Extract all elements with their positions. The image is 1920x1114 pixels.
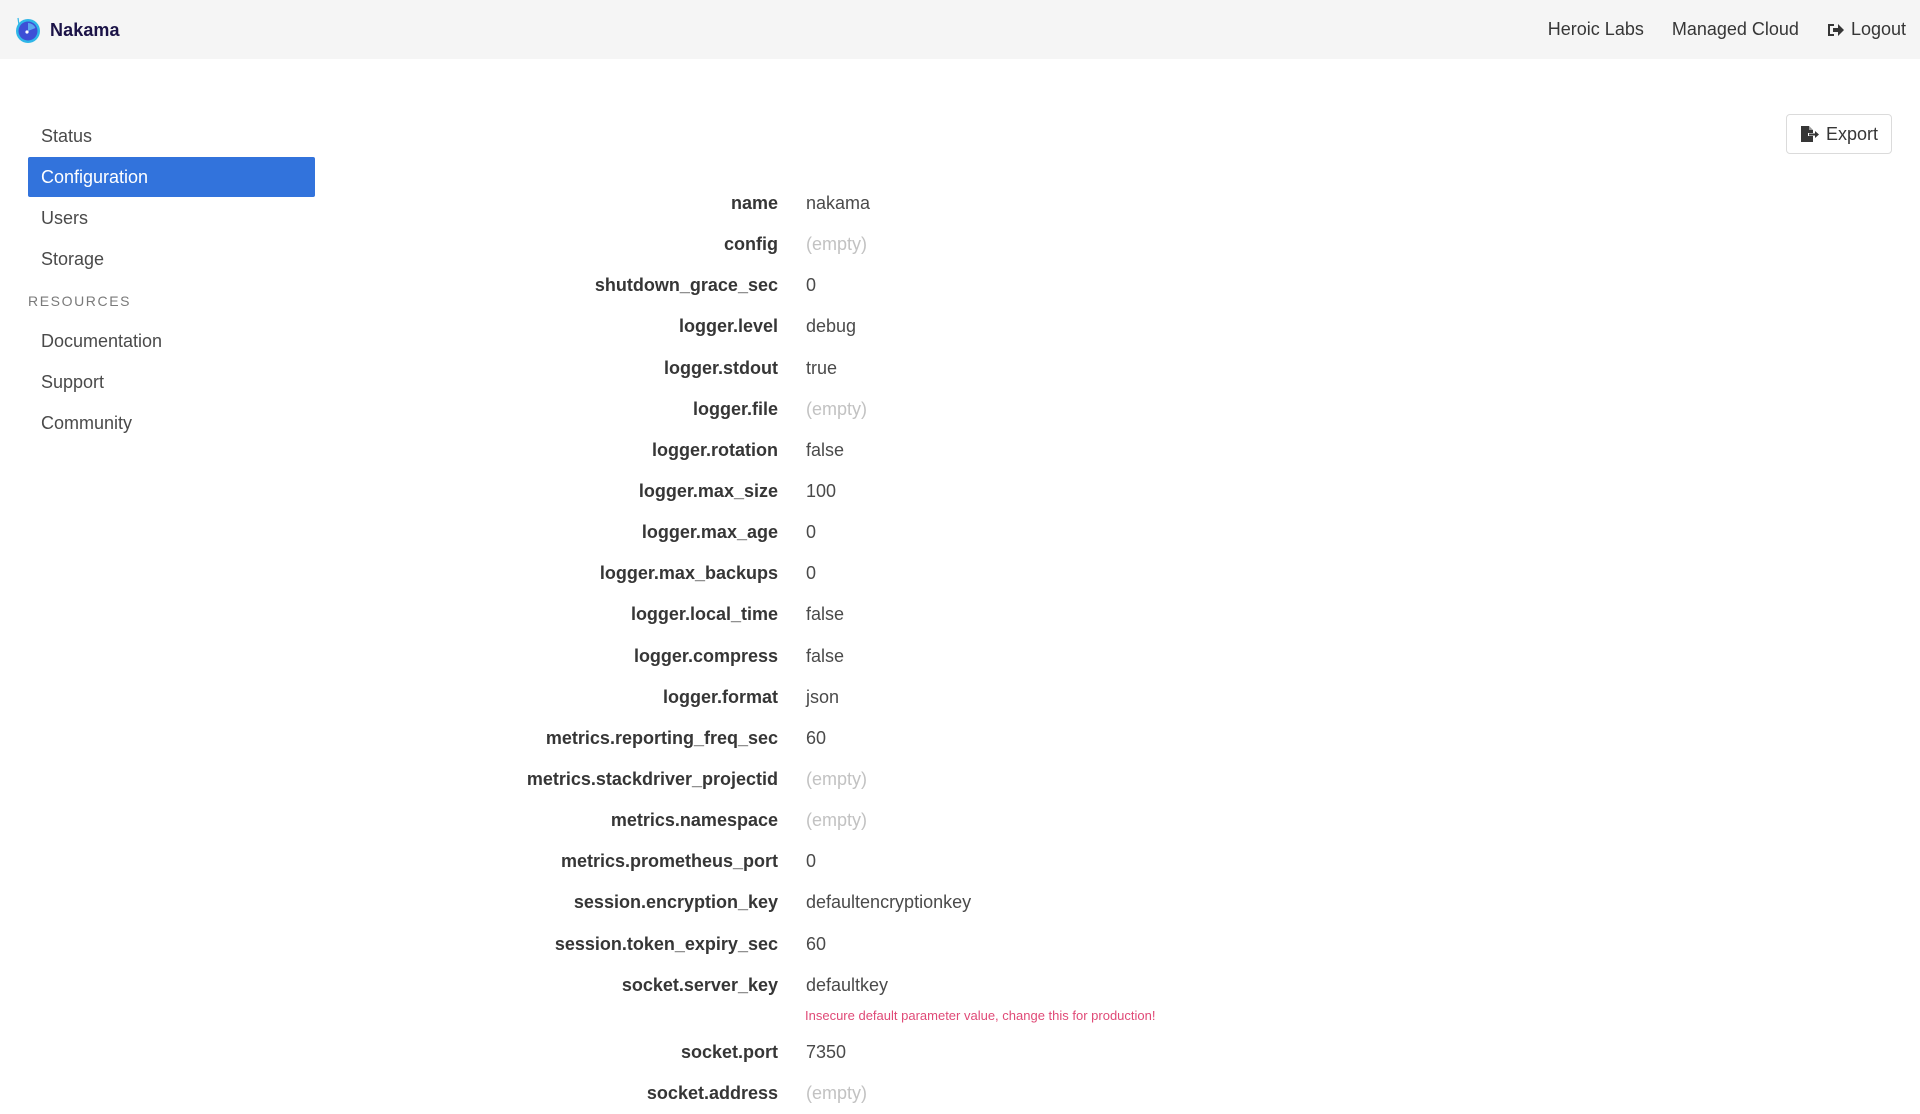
config-row: session.encryption_key defaultencryptionk… bbox=[0, 882, 1920, 923]
config-row: socket.port 7350 bbox=[0, 1032, 1920, 1073]
config-value: nakama bbox=[806, 193, 871, 213]
config-key: logger.file bbox=[692, 398, 778, 419]
sidebar-item-status[interactable]: Status bbox=[28, 116, 315, 156]
config-value: (empty) bbox=[806, 768, 868, 789]
configuration-list: name nakama config (empty) shutdown_grace_… bbox=[0, 183, 1920, 1114]
config-row: logger.rotation false bbox=[0, 430, 1920, 471]
config-row: socket.server_key defaultkey bbox=[0, 965, 1920, 1006]
config-key: metrics.namespace bbox=[610, 810, 778, 831]
config-row: logger.local_time false bbox=[0, 594, 1920, 635]
config-row: socket.address (empty) bbox=[0, 1073, 1920, 1114]
config-value: false bbox=[806, 645, 845, 666]
insecure-default-warning: Insecure default parameter value, change… bbox=[805, 1007, 1156, 1023]
config-value: 60 bbox=[806, 727, 827, 748]
config-key: logger.max_size bbox=[638, 480, 778, 501]
config-row: logger.stdout true bbox=[0, 348, 1920, 389]
config-row: logger.compress false bbox=[0, 636, 1920, 677]
config-value: json bbox=[806, 686, 840, 707]
config-row: config (empty) bbox=[0, 224, 1920, 265]
config-key: logger.local_time bbox=[630, 604, 778, 625]
config-value: (empty) bbox=[806, 810, 868, 831]
sign-out-icon bbox=[1827, 23, 1844, 36]
brand-home-link[interactable]: Nakama bbox=[14, 15, 120, 45]
config-value: debug bbox=[806, 316, 857, 337]
config-row: logger.max_backups 0 bbox=[0, 553, 1920, 594]
config-value: 7350 bbox=[806, 1041, 847, 1062]
config-row: metrics.prometheus_port 0 bbox=[0, 841, 1920, 882]
config-value: 0 bbox=[806, 275, 817, 296]
config-value: 0 bbox=[806, 851, 817, 872]
brand-name: Nakama bbox=[50, 19, 120, 40]
export-button-label: Export bbox=[1825, 123, 1879, 144]
top-nav-links: Heroic Labs Managed Cloud Logout bbox=[1548, 0, 1906, 59]
config-value: false bbox=[806, 439, 845, 460]
config-row: shutdown_grace_sec 0 bbox=[0, 265, 1920, 306]
config-row: logger.max_size 100 bbox=[0, 471, 1920, 512]
nakama-logo-icon bbox=[16, 17, 40, 43]
config-key: session.encryption_key bbox=[573, 892, 778, 913]
config-value: 100 bbox=[806, 480, 837, 501]
top-navbar: Nakama Heroic Labs Managed Cloud Logout bbox=[0, 0, 1920, 59]
config-value: 0 bbox=[806, 522, 817, 543]
export-button[interactable]: Export bbox=[1786, 114, 1892, 154]
config-key: config bbox=[724, 234, 778, 255]
config-key: name bbox=[730, 193, 778, 213]
config-value: defaultkey bbox=[806, 974, 889, 995]
config-row: session.token_expiry_sec 60 bbox=[0, 924, 1920, 965]
config-key: logger.level bbox=[678, 316, 778, 337]
config-key: socket.port bbox=[680, 1041, 778, 1062]
heroic-labs-link[interactable]: Heroic Labs bbox=[1548, 19, 1644, 40]
config-key: logger.stdout bbox=[664, 357, 778, 378]
heroic-labs-link-label: Heroic Labs bbox=[1547, 19, 1644, 39]
config-value: (empty) bbox=[806, 234, 868, 255]
config-key: metrics.prometheus_port bbox=[560, 851, 778, 872]
file-export-icon bbox=[1800, 126, 1819, 142]
logout-link-label: Logout bbox=[1850, 19, 1906, 39]
config-key: logger.rotation bbox=[652, 439, 778, 460]
config-value: defaultencryptionkey bbox=[806, 892, 972, 913]
config-value: (empty) bbox=[806, 398, 868, 419]
config-key: logger.max_age bbox=[641, 522, 778, 543]
config-value: (empty) bbox=[806, 1082, 868, 1103]
config-key: logger.format bbox=[662, 686, 778, 707]
config-row: logger.file (empty) bbox=[0, 389, 1920, 430]
config-value: 0 bbox=[806, 563, 817, 584]
config-row: metrics.reporting_freq_sec 60 bbox=[0, 718, 1920, 759]
config-value: false bbox=[806, 604, 845, 625]
config-value: 60 bbox=[806, 933, 827, 954]
config-key: socket.server_key bbox=[621, 974, 778, 995]
config-row: metrics.stackdriver_projectid (empty) bbox=[0, 759, 1920, 800]
managed-cloud-link[interactable]: Managed Cloud bbox=[1672, 19, 1799, 40]
config-key: session.token_expiry_sec bbox=[554, 933, 778, 954]
managed-cloud-link-label: Managed Cloud bbox=[1671, 19, 1799, 39]
config-key: metrics.stackdriver_projectid bbox=[526, 768, 778, 789]
config-row: metrics.namespace (empty) bbox=[0, 800, 1920, 841]
config-key: metrics.reporting_freq_sec bbox=[545, 727, 778, 748]
logout-link[interactable]: Logout bbox=[1827, 19, 1906, 40]
config-row: logger.format json bbox=[0, 677, 1920, 718]
config-key: socket.address bbox=[646, 1082, 778, 1103]
config-key: shutdown_grace_sec bbox=[594, 275, 778, 296]
config-key: logger.max_backups bbox=[599, 563, 778, 584]
config-row: name nakama bbox=[0, 183, 1920, 224]
config-value: true bbox=[806, 357, 838, 378]
config-key: logger.compress bbox=[633, 645, 778, 666]
config-warning-row: Insecure default parameter value, change… bbox=[0, 1006, 1920, 1032]
config-row: logger.max_age 0 bbox=[0, 512, 1920, 553]
config-row: logger.level debug bbox=[0, 306, 1920, 347]
